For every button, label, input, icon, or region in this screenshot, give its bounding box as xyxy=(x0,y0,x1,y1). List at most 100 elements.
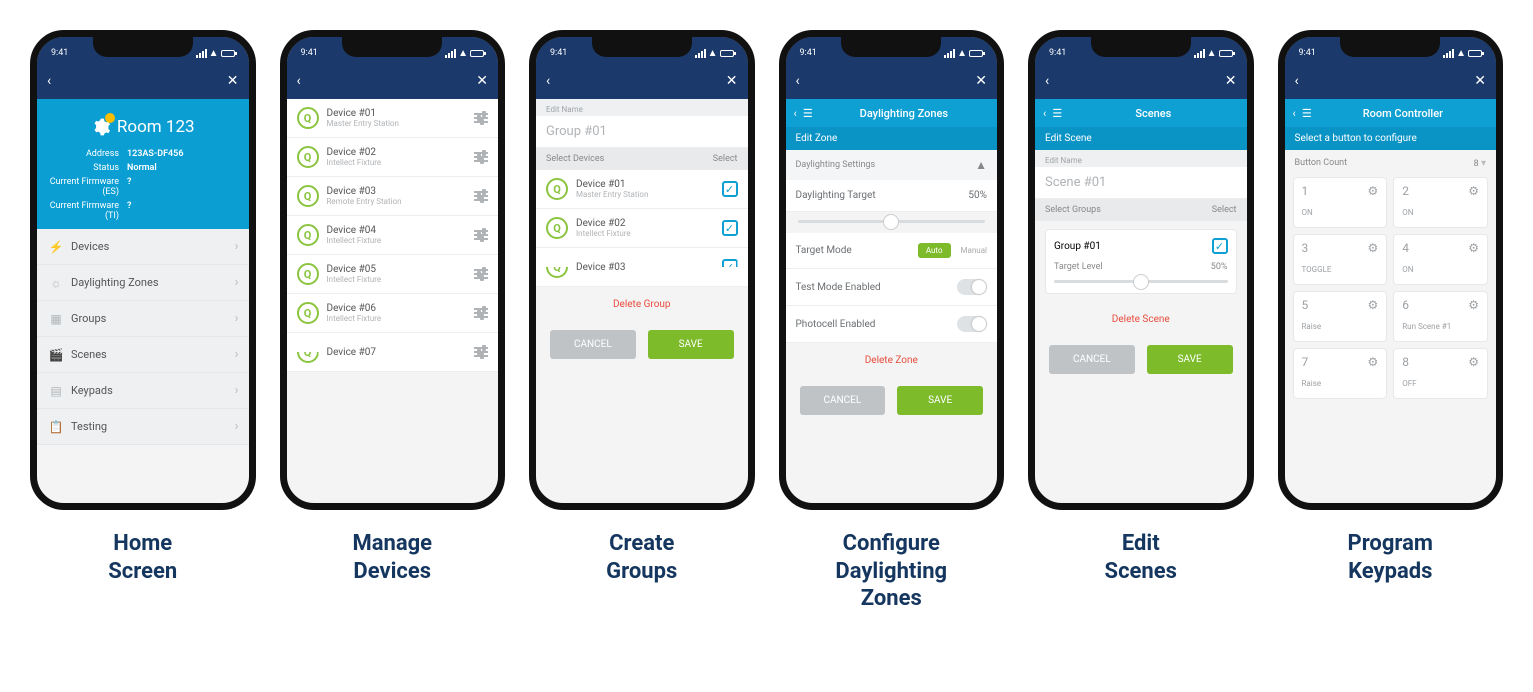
group-name-input[interactable]: Group #01 xyxy=(536,116,748,148)
delete-group-link[interactable]: Delete Group xyxy=(536,287,748,322)
back-icon[interactable]: ‹ xyxy=(796,73,800,89)
cancel-button[interactable]: CANCEL xyxy=(1049,345,1135,374)
auto-pill[interactable]: Auto xyxy=(918,243,951,258)
checkbox-icon[interactable]: ✓ xyxy=(1212,238,1228,254)
configure-icon[interactable] xyxy=(474,113,488,123)
configure-icon[interactable] xyxy=(474,308,488,318)
identify-icon[interactable]: Q xyxy=(297,185,319,207)
close-icon[interactable]: ✕ xyxy=(227,73,239,89)
device-row[interactable]: QDevice #03Remote Entry Station xyxy=(287,177,499,216)
button-count-select[interactable]: 8 ▾ xyxy=(1474,158,1486,169)
save-button[interactable]: SAVE xyxy=(1147,345,1233,374)
save-button[interactable]: SAVE xyxy=(897,386,983,415)
gear-icon[interactable]: ⚙ xyxy=(1367,298,1378,312)
device-row[interactable]: QDevice #02Intellect Fixture xyxy=(287,138,499,177)
gear-icon[interactable]: ⚙ xyxy=(1468,355,1479,369)
group-device-row[interactable]: QDevice #01Master Entry Station✓ xyxy=(536,170,748,209)
device-row[interactable]: QDevice #07 xyxy=(287,333,499,372)
test-mode-toggle[interactable] xyxy=(957,279,987,295)
status-time: 9:41 xyxy=(301,48,318,58)
menu-testing[interactable]: 📋Testing› xyxy=(37,409,249,445)
keypad-button[interactable]: 3⚙TOGGLE xyxy=(1293,234,1388,285)
back-icon[interactable]: ‹ xyxy=(1045,73,1049,89)
slider-thumb[interactable] xyxy=(883,214,899,230)
identify-icon[interactable]: Q xyxy=(546,256,568,278)
menu-daylighting[interactable]: ☼Daylighting Zones› xyxy=(37,265,249,301)
menu-keypads[interactable]: ▤Keypads› xyxy=(37,373,249,409)
photocell-toggle[interactable] xyxy=(957,316,987,332)
configure-icon[interactable] xyxy=(474,347,488,357)
select-link[interactable]: Select xyxy=(713,154,738,164)
identify-icon[interactable]: Q xyxy=(546,217,568,239)
save-button[interactable]: SAVE xyxy=(648,330,734,359)
keypad-button[interactable]: 6⚙Run Scene #1 xyxy=(1393,291,1488,342)
keypad-button[interactable]: 2⚙ON xyxy=(1393,177,1488,228)
cancel-button[interactable]: CANCEL xyxy=(550,330,636,359)
menu-icon[interactable]: ☰ xyxy=(1302,107,1312,120)
configure-icon[interactable] xyxy=(474,191,488,201)
gear-icon[interactable]: ⚙ xyxy=(1468,184,1479,198)
checkbox-icon[interactable]: ✓ xyxy=(722,181,738,197)
slider-thumb[interactable] xyxy=(1133,274,1149,290)
manual-option[interactable]: Manual xyxy=(961,246,987,255)
signal-icon xyxy=(944,49,955,58)
daylighting-settings-header[interactable]: Daylighting Settings▲ xyxy=(786,150,998,180)
gear-icon[interactable]: ⚙ xyxy=(1367,241,1378,255)
gear-alert-icon[interactable] xyxy=(91,117,111,137)
delete-zone-link[interactable]: Delete Zone xyxy=(786,343,998,378)
keypad-button[interactable]: 7⚙Raise xyxy=(1293,348,1388,399)
keypad-button[interactable]: 1⚙ON xyxy=(1293,177,1388,228)
menu-scenes[interactable]: 🎬Scenes› xyxy=(37,337,249,373)
keypad-button[interactable]: 5⚙Raise xyxy=(1293,291,1388,342)
gear-icon[interactable]: ⚙ xyxy=(1367,184,1378,198)
close-icon[interactable]: ✕ xyxy=(1225,73,1237,89)
device-row[interactable]: QDevice #04Intellect Fixture xyxy=(287,216,499,255)
identify-icon[interactable]: Q xyxy=(546,178,568,200)
close-icon[interactable]: ✕ xyxy=(476,73,488,89)
gear-icon[interactable]: ⚙ xyxy=(1468,241,1479,255)
group-device-row[interactable]: QDevice #03✓ xyxy=(536,248,748,287)
target-level-slider[interactable] xyxy=(1054,280,1228,283)
delete-scene-link[interactable]: Delete Scene xyxy=(1035,302,1247,337)
back-icon[interactable]: ‹ xyxy=(546,73,550,89)
identify-icon[interactable]: Q xyxy=(297,224,319,246)
back-icon[interactable]: ‹ xyxy=(1295,73,1299,89)
menu-groups[interactable]: ▦Groups› xyxy=(37,301,249,337)
back-icon[interactable]: ‹ xyxy=(297,73,301,89)
configure-icon[interactable] xyxy=(474,152,488,162)
configure-icon[interactable] xyxy=(474,269,488,279)
cancel-button[interactable]: CANCEL xyxy=(800,386,886,415)
keypad-button[interactable]: 4⚙ON xyxy=(1393,234,1488,285)
back-icon[interactable]: ‹ xyxy=(1293,107,1296,120)
menu-icon[interactable]: ☰ xyxy=(1052,107,1062,120)
wifi-icon: ▲ xyxy=(458,48,468,59)
gear-icon[interactable]: ⚙ xyxy=(1367,355,1378,369)
back-icon[interactable]: ‹ xyxy=(1043,107,1046,120)
checkbox-icon[interactable]: ✓ xyxy=(722,220,738,236)
device-row[interactable]: QDevice #05Intellect Fixture xyxy=(287,255,499,294)
back-icon[interactable]: ‹ xyxy=(794,107,797,120)
identify-icon[interactable]: Q xyxy=(297,263,319,285)
configure-icon[interactable] xyxy=(474,230,488,240)
target-slider[interactable] xyxy=(798,220,986,223)
device-row[interactable]: QDevice #06Intellect Fixture xyxy=(287,294,499,333)
group-device-row[interactable]: QDevice #02Intellect Fixture✓ xyxy=(536,209,748,248)
scene-name-input[interactable]: Scene #01 xyxy=(1035,167,1247,199)
close-icon[interactable]: ✕ xyxy=(975,73,987,89)
keypad-button[interactable]: 8⚙OFF xyxy=(1393,348,1488,399)
gear-icon[interactable]: ⚙ xyxy=(1468,298,1479,312)
menu-devices[interactable]: ⚡Devices› xyxy=(37,229,249,265)
back-icon[interactable]: ‹ xyxy=(47,73,51,89)
checkbox-icon[interactable]: ✓ xyxy=(722,259,738,275)
status-time: 9:41 xyxy=(1049,48,1066,58)
menu-icon[interactable]: ☰ xyxy=(803,107,813,120)
identify-icon[interactable]: Q xyxy=(297,107,319,129)
identify-icon[interactable]: Q xyxy=(297,341,319,363)
close-icon[interactable]: ✕ xyxy=(726,73,738,89)
identify-icon[interactable]: Q xyxy=(297,302,319,324)
identify-icon[interactable]: Q xyxy=(297,146,319,168)
select-link[interactable]: Select xyxy=(1212,205,1237,215)
device-list[interactable]: QDevice #01Master Entry Station QDevice … xyxy=(287,99,499,503)
close-icon[interactable]: ✕ xyxy=(1474,73,1486,89)
device-row[interactable]: QDevice #01Master Entry Station xyxy=(287,99,499,138)
